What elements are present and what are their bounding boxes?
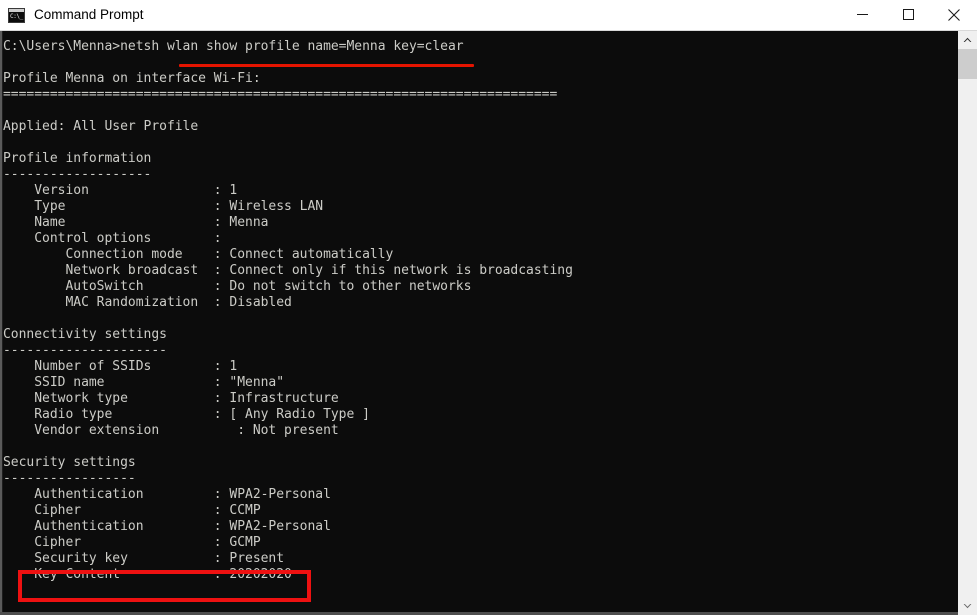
terminal-line: Name : Menna [3,215,269,230]
scroll-up-arrow-icon[interactable] [958,31,977,49]
terminal-line: Version : 1 [3,183,238,198]
terminal-line: Profile Menna on interface Wi-Fi: [3,71,261,86]
command-prompt-icon: C:\_ [8,7,25,23]
console-output-area[interactable]: C:\Users\Menna>netsh wlan show profile n… [0,31,977,615]
terminal-line: Radio type : [ Any Radio Type ] [3,407,370,422]
terminal-line: Connectivity settings [3,327,167,342]
terminal-line: Cipher : GCMP [3,535,261,550]
terminal-line: Connection mode : Connect automatically [3,247,394,262]
terminal-line: ------------------- [3,167,152,182]
terminal-line: Type : Wireless LAN [3,199,324,214]
terminal-line: ----------------- [3,471,136,486]
title-bar-left: C:\_ Command Prompt [0,7,144,23]
terminal-line: Control options : [3,231,222,246]
terminal-line: Authentication : WPA2-Personal [3,519,331,534]
terminal-line: Cipher : CCMP [3,503,261,518]
key-content-highlight-annotation [18,570,311,602]
terminal-line: MAC Randomization : Disabled [3,295,292,310]
icon-prompt-text: C:\_ [10,12,23,20]
terminal-line: C:\Users\Menna>netsh wlan show profile n… [3,39,464,54]
terminal-line: --------------------- [3,343,167,358]
window-controls [839,0,977,31]
scroll-down-arrow-icon[interactable] [958,597,977,615]
command-underline-annotation [179,64,474,67]
terminal-line: Applied: All User Profile [3,119,199,134]
terminal-line: Authentication : WPA2-Personal [3,487,331,502]
terminal-line: Network broadcast : Connect only if this… [3,263,573,278]
terminal-line: SSID name : "Menna" [3,375,285,390]
terminal-line: ========================================… [3,87,558,102]
icon-title-bar-strip [9,8,24,12]
title-bar[interactable]: C:\_ Command Prompt [0,0,977,31]
terminal-line: Vendor extension : Not present [3,423,339,438]
terminal-line: AutoSwitch : Do not switch to other netw… [3,279,472,294]
terminal-line: Security key : Present [3,551,285,566]
command-prompt-window: C:\_ Command Prompt C:\Users\Menna>netsh… [0,0,977,615]
minimize-button[interactable] [839,0,885,30]
scrollbar-thumb[interactable] [958,49,977,79]
window-title: Command Prompt [34,7,144,22]
maximize-button[interactable] [885,0,931,30]
terminal-line: Network type : Infrastructure [3,391,339,406]
terminal-line: Profile information [3,151,152,166]
terminal-text: C:\Users\Menna>netsh wlan show profile n… [3,39,573,583]
terminal-line: Number of SSIDs : 1 [3,359,238,374]
vertical-scrollbar[interactable] [958,31,977,615]
terminal-line: Security settings [3,455,136,470]
window-left-edge-inner [2,31,3,615]
close-button[interactable] [931,0,977,30]
